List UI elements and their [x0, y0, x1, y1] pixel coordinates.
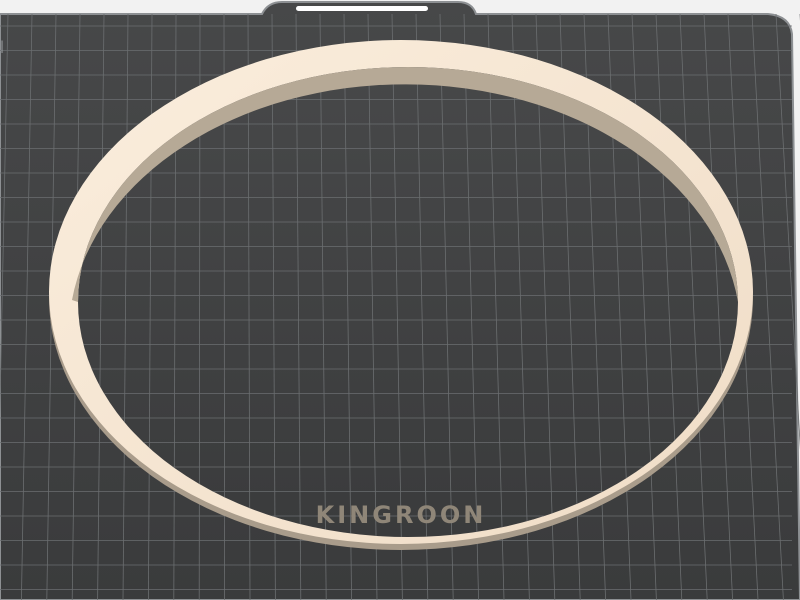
build-plate-notch-handle[interactable] [296, 6, 428, 11]
3d-viewport[interactable]: | KINGROON [0, 0, 800, 600]
ring-embossed-text: KINGROON [316, 501, 487, 529]
3d-scene: | KINGROON [0, 0, 800, 600]
plate-corner-marker: | [0, 39, 4, 53]
